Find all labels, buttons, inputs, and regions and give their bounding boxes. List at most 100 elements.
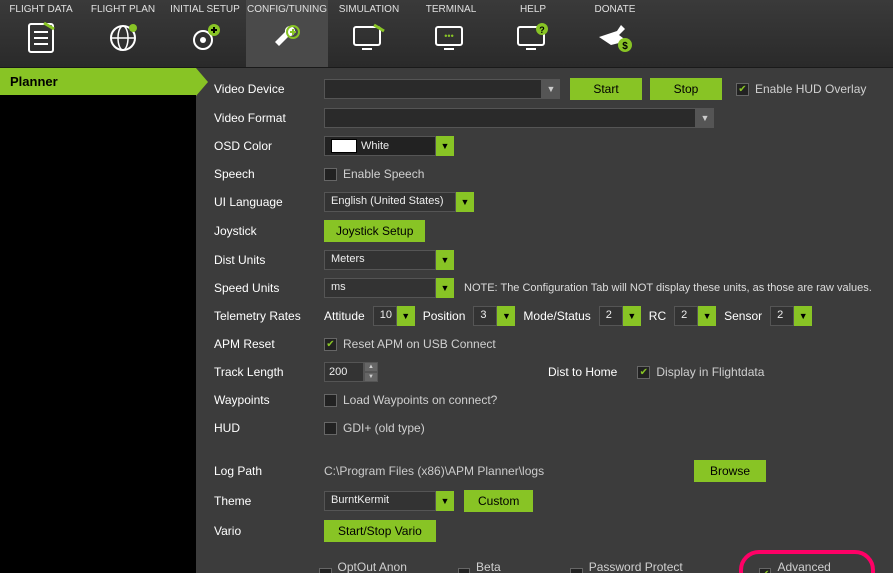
advanced-view-label: Advanced View [777, 560, 855, 573]
speed-units-note: NOTE: The Configuration Tab will NOT dis… [464, 282, 872, 294]
video-start-button[interactable]: Start [570, 78, 642, 100]
monitor-plane-icon [351, 20, 387, 56]
track-length-label: Track Length [214, 365, 324, 379]
log-path-value: C:\Program Files (x86)\APM Planner\logs [324, 464, 694, 478]
vario-button[interactable]: Start/Stop Vario [324, 520, 436, 542]
svg-text:$: $ [622, 41, 628, 52]
tb-help[interactable]: HELP ? [492, 0, 574, 67]
joystick-label: Joystick [214, 224, 324, 238]
beta-checkbox[interactable] [458, 568, 470, 573]
enable-speech-label: Enable Speech [343, 167, 424, 181]
terminal-icon: ••• [433, 20, 469, 56]
rc-select[interactable]: 2▼ [674, 306, 716, 326]
plane-dollar-icon: $ [597, 20, 633, 56]
beta-label: Beta Updates [476, 560, 544, 573]
hud-overlay-checkbox[interactable] [736, 83, 749, 96]
optout-checkbox[interactable] [319, 568, 331, 573]
video-format-select[interactable]: ▼ [324, 108, 714, 128]
hud-cb-label: GDI+ (old type) [343, 421, 425, 435]
advanced-view-checkbox[interactable] [759, 568, 771, 573]
waypoints-cb-label: Load Waypoints on connect? [343, 393, 497, 407]
sidebar-tab-planner[interactable]: Planner [0, 68, 196, 95]
dist-home-label: Dist to Home [548, 365, 617, 379]
osd-color-select[interactable]: White ▼ [324, 136, 454, 156]
toolbar: FLIGHT DATA FLIGHT PLAN INITIAL SETUP CO… [0, 0, 893, 68]
hud-overlay-label: Enable HUD Overlay [755, 82, 866, 96]
dist-units-select[interactable]: Meters ▼ [324, 250, 454, 270]
vario-label: Vario [214, 524, 324, 538]
display-flightdata-checkbox[interactable] [637, 366, 650, 379]
apm-reset-checkbox[interactable] [324, 338, 337, 351]
tb-terminal[interactable]: TERMINAL ••• [410, 0, 492, 67]
gear-plus-icon [187, 20, 223, 56]
dist-units-label: Dist Units [214, 253, 324, 267]
help-icon: ? [515, 20, 551, 56]
hud-label: HUD [214, 421, 324, 435]
tb-flight-data[interactable]: FLIGHT DATA [0, 0, 82, 67]
sensor-label: Sensor [724, 309, 762, 323]
wrench-icon [269, 20, 305, 56]
tb-config-tuning[interactable]: CONFIG/TUNING [246, 0, 328, 67]
speech-label: Speech [214, 167, 324, 181]
apm-reset-label: APM Reset [214, 337, 324, 351]
chevron-down-icon[interactable]: ▼ [497, 306, 515, 326]
chevron-down-icon[interactable]: ▼ [698, 306, 716, 326]
chevron-down-icon[interactable]: ▼ [542, 79, 560, 99]
telemetry-label: Telemetry Rates [214, 309, 324, 323]
position-select[interactable]: 3▼ [473, 306, 515, 326]
spinner-down[interactable]: ▼ [364, 372, 378, 382]
tb-donate[interactable]: DONATE $ [574, 0, 656, 67]
browse-button[interactable]: Browse [694, 460, 766, 482]
video-stop-button[interactable]: Stop [650, 78, 722, 100]
sidebar: Planner [0, 68, 196, 573]
chevron-down-icon[interactable]: ▼ [436, 278, 454, 298]
hud-checkbox[interactable] [324, 422, 337, 435]
modestatus-select[interactable]: 2▼ [599, 306, 641, 326]
tb-simulation[interactable]: SIMULATION [328, 0, 410, 67]
svg-text:?: ? [539, 25, 545, 35]
chevron-down-icon[interactable]: ▼ [397, 306, 415, 326]
clipboard-icon [23, 20, 59, 56]
video-device-label: Video Device [214, 82, 324, 96]
display-flightdata-label: Display in Flightdata [656, 365, 764, 379]
chevron-down-icon[interactable]: ▼ [456, 192, 474, 212]
spinner-up[interactable]: ▲ [364, 362, 378, 372]
tb-flight-plan[interactable]: FLIGHT PLAN [82, 0, 164, 67]
speed-units-label: Speed Units [214, 281, 324, 295]
attitude-label: Attitude [324, 309, 365, 323]
video-device-select[interactable]: ▼ [324, 79, 560, 99]
position-label: Position [423, 309, 466, 323]
chevron-down-icon[interactable]: ▼ [623, 306, 641, 326]
chevron-down-icon[interactable]: ▼ [436, 136, 454, 156]
enable-speech-checkbox[interactable] [324, 168, 337, 181]
svg-text:•••: ••• [444, 31, 453, 41]
sensor-select[interactable]: 2▼ [770, 306, 812, 326]
pwd-label: Password Protect Config [589, 560, 713, 573]
optout-label: OptOut Anon Stats [338, 560, 432, 573]
speed-units-select[interactable]: ms ▼ [324, 278, 454, 298]
video-format-label: Video Format [214, 111, 324, 125]
globe-icon [105, 20, 141, 56]
track-length-input[interactable]: ▲▼ [324, 362, 378, 382]
custom-theme-button[interactable]: Custom [464, 490, 533, 512]
chevron-down-icon[interactable]: ▼ [436, 250, 454, 270]
osd-color-label: OSD Color [214, 139, 324, 153]
log-path-label: Log Path [214, 464, 324, 478]
settings-panel: Video Device ▼ Start Stop Enable HUD Ove… [196, 68, 893, 573]
theme-label: Theme [214, 494, 324, 508]
joystick-setup-button[interactable]: Joystick Setup [324, 220, 425, 242]
ui-language-label: UI Language [214, 195, 324, 209]
chevron-down-icon[interactable]: ▼ [696, 108, 714, 128]
waypoints-label: Waypoints [214, 393, 324, 407]
ui-language-select[interactable]: English (United States) ▼ [324, 192, 474, 212]
waypoints-checkbox[interactable] [324, 394, 337, 407]
rc-label: RC [649, 309, 666, 323]
theme-select[interactable]: BurntKermit ▼ [324, 491, 454, 511]
color-swatch [331, 139, 357, 153]
attitude-select[interactable]: 10▼ [373, 306, 415, 326]
advanced-view-highlight: Advanced View [739, 550, 875, 573]
pwd-checkbox[interactable] [570, 568, 582, 573]
chevron-down-icon[interactable]: ▼ [436, 491, 454, 511]
tb-initial-setup[interactable]: INITIAL SETUP [164, 0, 246, 67]
chevron-down-icon[interactable]: ▼ [794, 306, 812, 326]
